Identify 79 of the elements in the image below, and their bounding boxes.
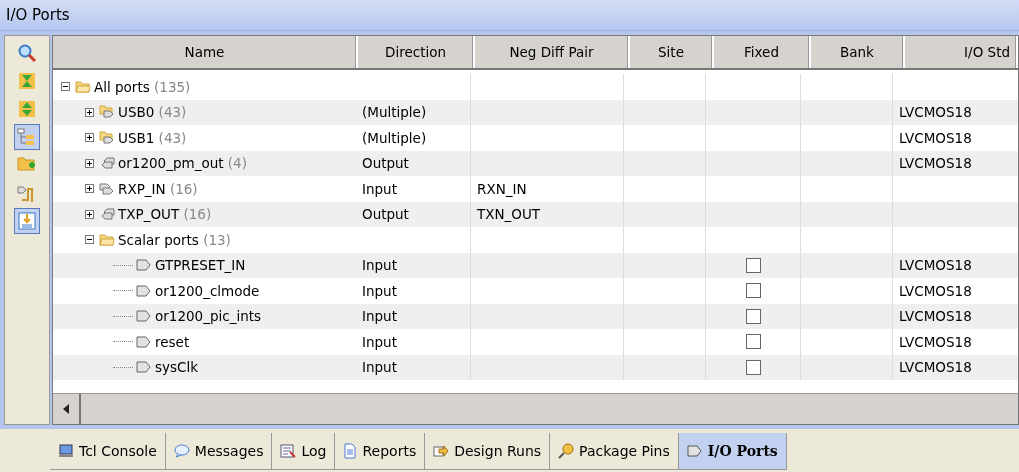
port-name[interactable]: TXP_OUT (16): [118, 206, 212, 223]
port-name[interactable]: USB0 (43): [118, 104, 187, 121]
column-header[interactable]: Bank: [811, 36, 905, 68]
input-bus-icon: [99, 181, 115, 196]
table-cell: (Multiple): [362, 129, 427, 146]
port-name[interactable]: USB1 (43): [118, 129, 187, 146]
column-header[interactable]: Name: [53, 36, 358, 68]
port-icon: [136, 335, 152, 348]
port-name[interactable]: or1200_clmode: [155, 282, 260, 299]
port-icon: [136, 259, 152, 272]
toolbar-button[interactable]: [14, 208, 40, 234]
collapse-all-icon: [17, 71, 37, 91]
table-cell: Input: [362, 359, 397, 376]
table-cell: LVCMOS18: [899, 155, 972, 172]
table-cell: (Multiple): [362, 104, 427, 121]
table-cell: Input: [362, 308, 397, 325]
table-cell: LVCMOS18: [899, 333, 972, 350]
checkbox[interactable]: [745, 308, 761, 324]
port-name[interactable]: or1200_pic_ints: [155, 308, 262, 325]
table-cell: LVCMOS18: [899, 257, 972, 274]
port-name[interactable]: sysClk: [155, 359, 199, 376]
port-name[interactable]: All ports (135): [94, 78, 191, 95]
port-name[interactable]: or1200_pm_out (4): [118, 155, 247, 172]
panel-tab[interactable]: Log: [272, 433, 336, 470]
table-cell: Output: [362, 206, 409, 223]
folder-icon: [99, 233, 115, 247]
speech-bubble-icon: [173, 444, 190, 458]
table-cell: Input: [362, 282, 397, 299]
expand-all-icon: [17, 99, 37, 119]
checkbox[interactable]: [745, 359, 761, 375]
panel-tab[interactable]: Design Runs: [425, 433, 551, 470]
left-arrow-icon: [63, 404, 69, 414]
port-icon: [136, 310, 152, 323]
panel-tab[interactable]: Messages: [165, 433, 273, 470]
table-cell: LVCMOS18: [899, 308, 972, 325]
table-cell: TXN_OUT: [477, 206, 541, 223]
table-cell: LVCMOS18: [899, 104, 972, 121]
table-cell: Input: [362, 180, 397, 197]
search-icon: [17, 43, 37, 63]
document-icon: [343, 443, 358, 459]
port-name[interactable]: reset: [155, 333, 190, 350]
table-cell: Output: [362, 155, 409, 172]
folder-port-icon: [99, 130, 115, 145]
tree-hierarchy-icon: [17, 127, 37, 147]
table-cell: LVCMOS18: [899, 359, 972, 376]
output-bus-icon: [99, 156, 115, 171]
port-icon: [686, 445, 703, 457]
folder-port-icon: [99, 105, 115, 120]
table-cell: RXN_IN: [477, 180, 527, 197]
table-cell: Input: [362, 257, 397, 274]
port-name[interactable]: Scalar ports (13): [118, 231, 231, 248]
column-header[interactable]: Site: [630, 36, 714, 68]
column-header[interactable]: Direction: [358, 36, 475, 68]
checkbox[interactable]: [745, 283, 761, 299]
table-cell: Input: [362, 333, 397, 350]
horizontal-scrollbar[interactable]: [53, 393, 1018, 424]
toolbar-button[interactable]: [14, 124, 40, 150]
port-icon: [136, 284, 152, 297]
panel-title: I/O Ports: [6, 6, 70, 24]
panel-tab[interactable]: Tcl Console: [50, 433, 166, 470]
panel-tab[interactable]: Reports: [335, 433, 426, 470]
table-cell: LVCMOS18: [899, 282, 972, 299]
column-header[interactable]: Neg Diff Pair: [475, 36, 630, 68]
output-bus-icon: [99, 207, 115, 222]
port-icon: [136, 361, 152, 374]
pin-icon: [558, 443, 575, 459]
folder-icon: [75, 80, 91, 94]
monitor-icon: [58, 444, 74, 458]
column-header[interactable]: I/O Std: [905, 36, 1018, 68]
checkbox[interactable]: [745, 257, 761, 273]
panel-tab[interactable]: Package Pins: [550, 433, 679, 470]
column-header[interactable]: Fixed: [714, 36, 811, 68]
run-arrow-icon: [433, 444, 450, 458]
checkbox[interactable]: [745, 334, 761, 350]
log-document-icon: [280, 444, 297, 458]
table-cell: LVCMOS18: [899, 129, 972, 146]
port-name[interactable]: RXP_IN (16): [118, 180, 198, 197]
port-name[interactable]: GTPRESET_IN: [155, 257, 246, 274]
panel-tab[interactable]: I/O Ports: [678, 433, 787, 470]
